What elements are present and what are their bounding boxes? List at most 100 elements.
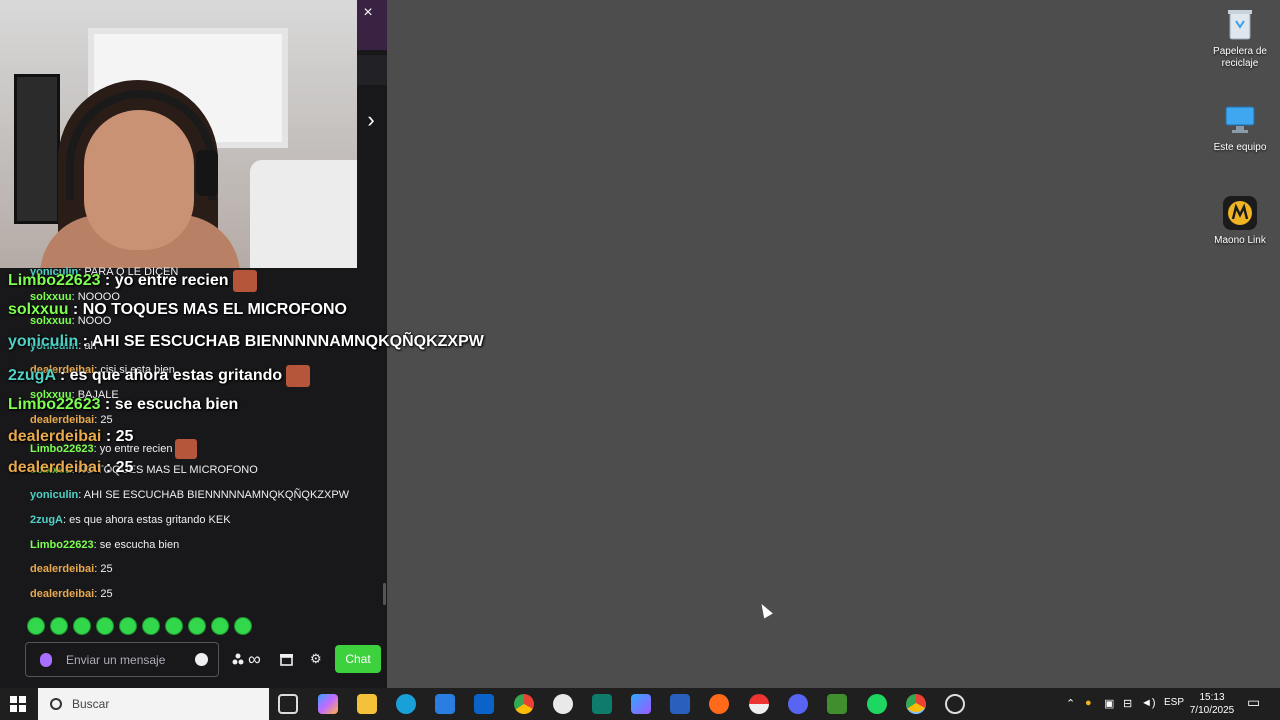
game-app-icon[interactable] — [709, 694, 729, 714]
taskbar-search-box[interactable]: Buscar — [38, 688, 269, 720]
emote-icon[interactable] — [73, 617, 91, 635]
infinity-icon[interactable]: ∞ — [248, 649, 261, 669]
overlay-message: yoniculin : AHI SE ESCUCHAB BIENNNNNAMNQ… — [8, 333, 484, 350]
chat-username[interactable]: yoniculin — [30, 489, 78, 501]
chat-message: dealerdeibai: 25 — [30, 588, 113, 600]
side-strip — [357, 55, 387, 85]
minecraft-icon[interactable] — [827, 694, 847, 714]
recycle-bin-label-2: reciclaje — [1221, 58, 1259, 69]
spotify-icon[interactable] — [867, 694, 887, 714]
clock-time: 15:13 — [1199, 692, 1225, 703]
pokeball-icon[interactable] — [749, 694, 769, 714]
chat-message: dealerdeibai: 25 — [30, 563, 113, 575]
tray-app-icon[interactable]: ▣ — [1104, 697, 1114, 710]
emote-icon[interactable] — [188, 617, 206, 635]
outlook-icon[interactable] — [474, 694, 494, 714]
overlay-message: Limbo22623 : se escucha bien — [8, 396, 239, 413]
settings-icon[interactable]: ⚙ — [310, 650, 322, 668]
emote-icon[interactable] — [234, 617, 252, 635]
microphone-icon[interactable] — [40, 652, 52, 667]
webcam-background-bed — [250, 160, 357, 268]
webcam-background-mirror — [14, 74, 60, 224]
chat-message-input[interactable] — [66, 652, 186, 667]
emoji-picker-icon[interactable] — [195, 653, 208, 666]
start-button[interactable] — [10, 696, 26, 712]
overlay-text: 25 — [115, 428, 134, 445]
emote-icon — [232, 270, 257, 292]
chat-text: AHI SE ESCUCHAB BIENNNNNAMNQKQÑQKZXPW — [83, 489, 350, 501]
obs-record-icon[interactable] — [945, 694, 965, 714]
volume-icon[interactable]: ◄) — [1141, 697, 1156, 709]
chat-scrollbar[interactable] — [383, 583, 386, 605]
chat-message: yoniculin: AHI SE ESCUCHAB BIENNNNNAMNQK… — [30, 489, 350, 501]
overlay-username: Limbo22623 — [8, 272, 101, 290]
overlay-message: 2zugA : es que ahora estas gritando — [8, 365, 311, 387]
desktop-icon-recycle-bin[interactable]: Papelera de reciclaje — [1205, 6, 1275, 70]
norton-tray-icon[interactable]: ● — [1085, 697, 1092, 709]
file-explorer-icon[interactable] — [357, 694, 377, 714]
wps-icon[interactable] — [553, 694, 573, 714]
publisher-icon[interactable] — [592, 694, 612, 714]
chat-message: 2zugA: es que ahora estas gritando KEK — [30, 514, 231, 526]
search-icon — [50, 698, 62, 710]
chat-username[interactable]: dealerdeibai — [30, 563, 94, 575]
chat-send-button[interactable]: Chat — [335, 645, 381, 673]
notifications-icon[interactable]: ▭ — [1247, 694, 1260, 711]
overlay-message: dealerdeibai : 25 — [8, 459, 134, 476]
chat-message: Limbo22623: se escucha bien — [30, 539, 180, 551]
this-pc-label: Este equipo — [1213, 142, 1267, 153]
chat-username[interactable]: dealerdeibai — [30, 588, 94, 600]
overlay-username: solxxuu — [8, 301, 69, 318]
windows-taskbar: Buscar ⌃ ● ▣ ⊟ ◄) ESP 15:13 7/10/2025 ▭ — [0, 688, 1280, 720]
desktop-icon-maono-link[interactable]: Maono Link — [1205, 195, 1275, 247]
overlay-message: dealerdeibai : 25 — [8, 428, 134, 445]
chevron-right-icon[interactable]: › — [361, 107, 381, 132]
emote-icon[interactable] — [142, 617, 160, 635]
overlay-username: 2zugA — [8, 367, 56, 385]
overlay-username: dealerdeibai — [8, 428, 102, 445]
maono-link-label: Maono Link — [1214, 235, 1266, 246]
emote-icon[interactable] — [165, 617, 183, 635]
chrome-icon[interactable] — [514, 694, 534, 714]
chevron-up-icon[interactable]: ⌃ — [1066, 697, 1075, 710]
clock[interactable]: 15:13 7/10/2025 — [1187, 691, 1237, 717]
overlay-username: dealerdeibai — [8, 459, 102, 476]
emote-icon[interactable] — [50, 617, 68, 635]
emote-icon[interactable] — [96, 617, 114, 635]
emote-bar — [27, 617, 252, 635]
chat-input-box[interactable] — [25, 642, 219, 677]
clock-date: 7/10/2025 — [1189, 705, 1235, 716]
microsoft-365-icon[interactable] — [631, 694, 651, 714]
store-icon[interactable] — [280, 650, 293, 668]
desktop-icon-this-pc[interactable]: Este equipo — [1205, 102, 1275, 154]
word-icon[interactable] — [670, 694, 690, 714]
discord-icon[interactable] — [788, 694, 808, 714]
chat-text: 25 — [100, 588, 113, 600]
headset-mic — [196, 150, 218, 196]
emote-icon[interactable] — [211, 617, 229, 635]
overlay-username: Limbo22623 — [8, 396, 101, 413]
chat-message: dealerdeibai: 25 — [30, 414, 113, 426]
emote-icon — [175, 439, 198, 459]
emote-icon — [286, 365, 311, 387]
bits-icon[interactable] — [232, 650, 244, 668]
copilot-icon[interactable] — [318, 694, 338, 714]
chat-username[interactable]: 2zugA — [30, 514, 63, 526]
microsoft-store-icon[interactable] — [435, 694, 455, 714]
task-view-icon[interactable] — [278, 694, 298, 714]
overlay-text: yo entre recien — [114, 272, 229, 290]
chat-text: 25 — [100, 563, 113, 575]
emote-icon[interactable] — [27, 617, 45, 635]
chrome-active-icon[interactable] — [906, 694, 926, 714]
overlay-message: Limbo22623 : yo entre recien — [8, 270, 257, 292]
language-indicator[interactable]: ESP — [1164, 697, 1184, 708]
search-label: Buscar — [72, 697, 110, 711]
chat-username[interactable]: Limbo22623 — [30, 539, 94, 551]
network-icon[interactable]: ⊟ — [1123, 697, 1132, 710]
chat-username[interactable]: dealerdeibai — [30, 414, 94, 426]
emote-icon[interactable] — [119, 617, 137, 635]
webcam-video — [0, 0, 357, 268]
close-button[interactable]: × — [358, 0, 378, 26]
overlay-message: solxxuu : NO TOQUES MAS EL MICROFONO — [8, 301, 347, 318]
edge-browser-icon[interactable] — [396, 694, 416, 714]
